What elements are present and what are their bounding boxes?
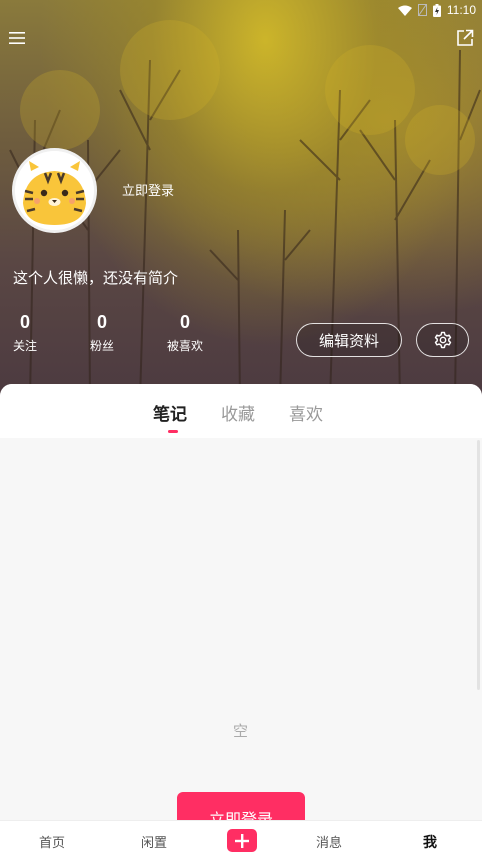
nav-messages[interactable]: 消息	[316, 832, 342, 851]
nav-me[interactable]: 我	[423, 832, 437, 852]
content-panel: 笔记 收藏 喜欢 空 立即登录	[0, 384, 482, 858]
scrollbar[interactable]	[477, 440, 480, 690]
status-time: 11:10	[446, 3, 476, 17]
login-link[interactable]: 立即登录	[122, 180, 174, 199]
tab-notes[interactable]: 笔记	[153, 400, 187, 425]
nav-idle[interactable]: 闲置	[141, 832, 167, 851]
profile-bio: 这个人很懒，还没有简介	[13, 269, 179, 287]
stat-following-count: 0	[20, 312, 31, 332]
menu-icon[interactable]	[9, 30, 25, 46]
stat-likes-label: 被喜欢	[167, 339, 204, 353]
gear-icon	[434, 331, 451, 349]
stat-followers-count: 0	[97, 312, 108, 332]
tiger-avatar-icon	[15, 151, 94, 230]
edit-profile-button[interactable]: 编辑资料	[296, 323, 402, 357]
avatar[interactable]	[12, 148, 97, 233]
battery-icon	[432, 3, 441, 17]
sim-icon	[417, 4, 427, 16]
plus-icon	[235, 833, 249, 848]
settings-button[interactable]	[416, 323, 469, 357]
stat-followers[interactable]: 0 粉丝	[90, 312, 114, 354]
stat-following-label: 关注	[13, 339, 38, 353]
stat-following[interactable]: 0 关注	[13, 312, 37, 354]
empty-state-text: 空	[233, 722, 249, 740]
tab-bar: 笔记 收藏 喜欢	[0, 384, 482, 438]
wifi-icon	[397, 5, 412, 16]
nav-add-button[interactable]	[227, 829, 257, 852]
tab-favorites[interactable]: 收藏	[221, 400, 255, 425]
stat-likes[interactable]: 0 被喜欢	[167, 312, 203, 354]
share-icon[interactable]	[456, 29, 474, 47]
stat-followers-label: 粉丝	[90, 339, 115, 353]
nav-home[interactable]: 首页	[39, 832, 65, 851]
tab-likes[interactable]: 喜欢	[289, 400, 323, 425]
status-bar: 11:10	[0, 0, 482, 20]
tab-indicator	[168, 430, 178, 433]
bottom-nav: 首页 闲置 消息 我	[0, 820, 482, 858]
stat-likes-count: 0	[180, 312, 191, 332]
